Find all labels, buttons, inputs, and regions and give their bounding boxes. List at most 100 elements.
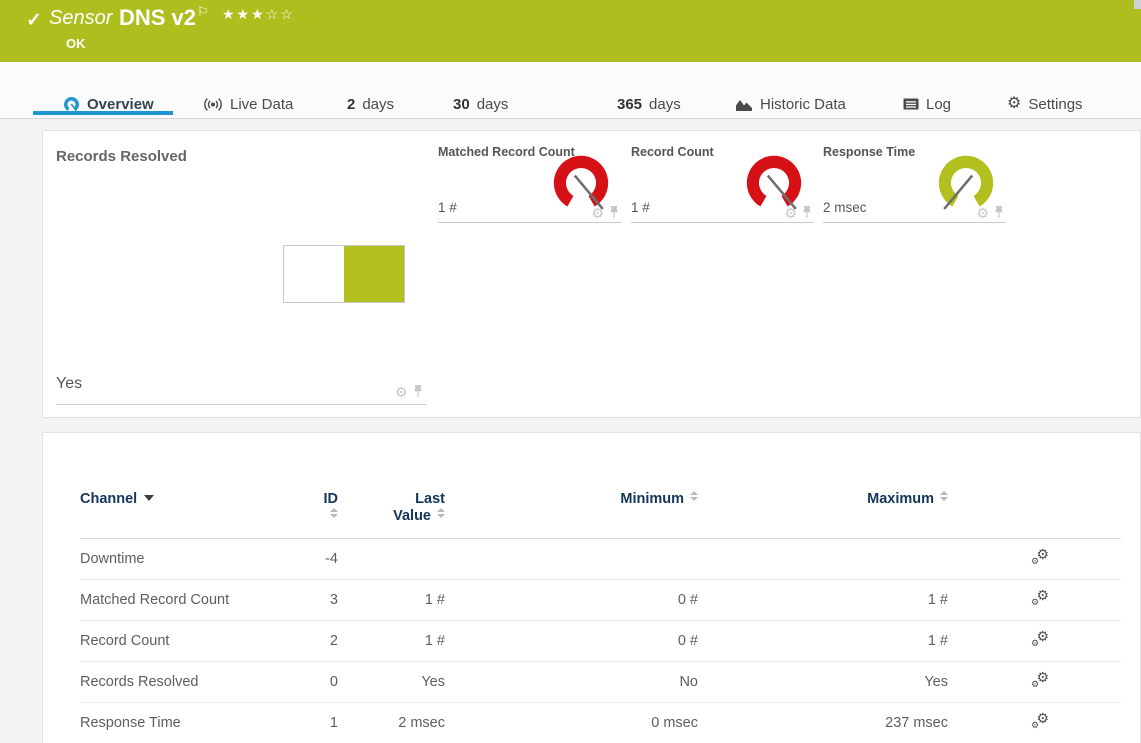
pin-icon[interactable]: [802, 206, 812, 219]
cell-maximum: 1 #: [698, 580, 948, 621]
pin-icon[interactable]: [994, 206, 1004, 219]
tab-overview[interactable]: Overview: [33, 62, 173, 118]
status-ok-check-icon: ✓: [26, 9, 42, 32]
sort-descending-icon: [144, 495, 154, 501]
tab-30-days[interactable]: 30 days: [446, 62, 508, 118]
channel-gear-icon[interactable]: ⚙: [976, 207, 989, 219]
cell-channel: Records Resolved: [80, 662, 310, 703]
channel-table-panel: Channel ID LastValue Minimum Maximum Dow…: [42, 432, 1141, 743]
gauge-value: 2 msec: [823, 200, 867, 215]
tab-2-days-number: 2: [347, 96, 355, 113]
area-chart-icon: [735, 97, 753, 112]
stars-empty[interactable]: ☆☆: [266, 6, 295, 22]
cell-maximum: Yes: [698, 662, 948, 703]
tab-settings-label: Settings: [1028, 96, 1082, 113]
gauge-cell-record-count: Record Count 1 # ⚙: [631, 145, 814, 223]
tab-historic-data[interactable]: Historic Data: [728, 62, 846, 118]
table-row-record-count: Record Count 2 1 # 0 # 1 # ⚙⚙: [80, 621, 1121, 662]
live-data-icon: [203, 97, 223, 112]
gauge-chart: [930, 150, 1002, 214]
cell-last-value: 1 #: [338, 580, 445, 621]
active-tab-underline: [33, 111, 173, 115]
pin-icon[interactable]: [413, 385, 423, 398]
edit-channel-gears-icon[interactable]: ⚙⚙: [1031, 590, 1049, 606]
column-header-channel[interactable]: Channel: [80, 433, 310, 539]
tab-365-days-number: 365: [617, 96, 642, 113]
flag-icon[interactable]: ⚐: [197, 4, 209, 20]
featured-channel-title: Records Resolved: [56, 148, 187, 165]
cell-channel: Record Count: [80, 621, 310, 662]
table-row-response-time: Response Time 1 2 msec 0 msec 237 msec ⚙…: [80, 703, 1121, 743]
cell-minimum: [445, 539, 698, 580]
tab-365-days-unit: days: [649, 96, 681, 113]
cell-channel: Matched Record Count: [80, 580, 310, 621]
sort-icon: [690, 491, 698, 501]
gauge-chart: [738, 150, 810, 214]
cell-maximum: [698, 539, 948, 580]
gauge-actions: ⚙: [591, 206, 619, 219]
sort-icon: [330, 508, 338, 518]
tab-30-days-unit: days: [477, 96, 509, 113]
stars-filled[interactable]: ★★★: [222, 6, 266, 22]
featured-channel-divider: [56, 404, 426, 405]
gauge-cell-matched-record-count: Matched Record Count 1 # ⚙: [438, 145, 621, 223]
tab-30-days-number: 30: [453, 96, 470, 113]
tab-settings[interactable]: ⚙ Settings: [1000, 62, 1083, 118]
featured-channel-value: Yes: [56, 375, 82, 393]
tab-bar: Overview Live Data 2 days 30 days 365 da…: [0, 62, 1141, 119]
column-header-label: Maximum: [867, 491, 934, 507]
cell-minimum: 0 msec: [445, 703, 698, 743]
cell-last-value: 2 msec: [338, 703, 445, 743]
column-header-last-value[interactable]: LastValue: [338, 433, 445, 539]
gauge-actions: ⚙: [976, 206, 1004, 219]
gauge-value: 1 #: [438, 200, 457, 215]
cell-channel: Response Time: [80, 703, 310, 743]
column-header-id[interactable]: ID: [310, 433, 338, 539]
cell-minimum: 0 #: [445, 580, 698, 621]
cell-maximum: 237 msec: [698, 703, 948, 743]
table-row-records-resolved: Records Resolved 0 Yes No Yes ⚙⚙: [80, 662, 1121, 703]
tab-live-data[interactable]: Live Data: [196, 62, 293, 118]
tab-365-days[interactable]: 365 days: [610, 62, 681, 118]
column-header-minimum[interactable]: Minimum: [445, 433, 698, 539]
column-header-label: Last: [415, 491, 445, 507]
cell-last-value: 1 #: [338, 621, 445, 662]
tab-2-days[interactable]: 2 days: [340, 62, 394, 118]
sensor-type-label: Sensor: [49, 7, 112, 30]
gauge-value: 1 #: [631, 200, 650, 215]
log-list-icon: [903, 97, 919, 111]
cell-minimum: 0 #: [445, 621, 698, 662]
edit-channel-gears-icon[interactable]: ⚙⚙: [1031, 549, 1049, 565]
table-row-downtime: Downtime -4 ⚙⚙: [80, 539, 1121, 580]
settings-gear-icon: ⚙: [1007, 97, 1021, 111]
gauge-actions: ⚙: [784, 206, 812, 219]
column-header-label: Minimum: [620, 491, 684, 507]
priority-stars[interactable]: ★★★☆☆: [222, 6, 295, 23]
channel-gear-icon[interactable]: ⚙: [591, 207, 604, 219]
sensor-header: ✓ Sensor DNS v2 ⚐ ★★★☆☆ OK: [0, 0, 1141, 62]
sort-icon: [437, 508, 445, 518]
cell-channel: Downtime: [80, 539, 310, 580]
tab-log[interactable]: Log: [896, 62, 951, 118]
gauge-cell-response-time: Response Time 2 msec ⚙: [823, 145, 1006, 223]
gauge-title: Response Time: [823, 145, 915, 159]
channel-gear-icon[interactable]: ⚙: [395, 386, 408, 398]
prtg-sensor-page: ✓ Sensor DNS v2 ⚐ ★★★☆☆ OK Overview Live: [0, 0, 1141, 743]
column-header-label: ID: [324, 491, 339, 507]
edit-channel-gears-icon[interactable]: ⚙⚙: [1031, 672, 1049, 688]
cell-id: 0: [310, 662, 338, 703]
cell-last-value: Yes: [338, 662, 445, 703]
sensor-name: DNS v2: [119, 5, 196, 31]
channel-gear-icon[interactable]: ⚙: [784, 207, 797, 219]
column-header-edit: [948, 433, 1121, 539]
cell-id: -4: [310, 539, 338, 580]
cell-id: 2: [310, 621, 338, 662]
boolean-channel-block-fill: [344, 246, 404, 302]
sort-icon: [940, 491, 948, 501]
edit-channel-gears-icon[interactable]: ⚙⚙: [1031, 631, 1049, 647]
column-header-maximum[interactable]: Maximum: [698, 433, 948, 539]
table-header-row: Channel ID LastValue Minimum Maximum: [80, 433, 1121, 539]
pin-icon[interactable]: [609, 206, 619, 219]
table-row-matched-record-count: Matched Record Count 3 1 # 0 # 1 # ⚙⚙: [80, 580, 1121, 621]
edit-channel-gears-icon[interactable]: ⚙⚙: [1031, 713, 1049, 729]
